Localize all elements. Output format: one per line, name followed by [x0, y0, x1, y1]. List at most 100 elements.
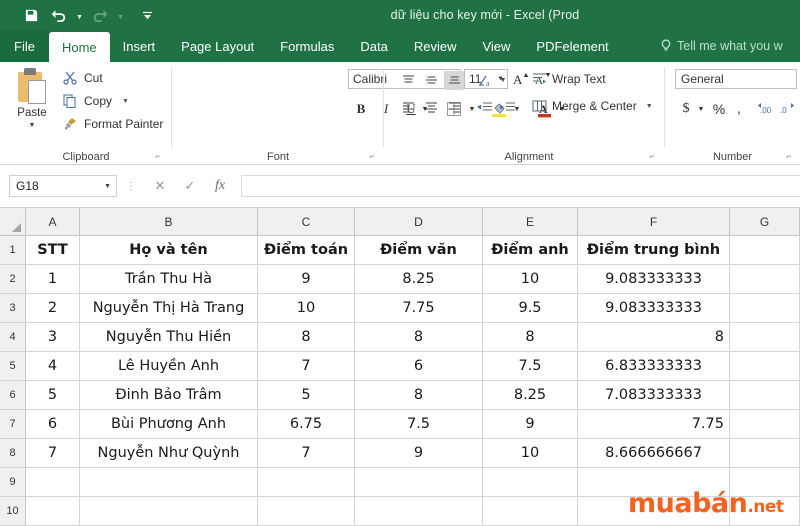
- cell-D6[interactable]: 8: [355, 381, 483, 410]
- number-format-input[interactable]: General: [675, 69, 797, 89]
- row-header-7[interactable]: 7: [0, 410, 26, 439]
- orientation-dropdown-icon[interactable]: ▼: [497, 71, 509, 90]
- align-middle-button[interactable]: [421, 71, 441, 90]
- cell-G4[interactable]: [730, 323, 800, 352]
- align-left-button[interactable]: [398, 98, 418, 117]
- row-header-6[interactable]: 6: [0, 381, 26, 410]
- cell-D8[interactable]: 9: [355, 439, 483, 468]
- cell-F5[interactable]: 6.833333333: [578, 352, 730, 381]
- cell-A3[interactable]: 2: [26, 294, 80, 323]
- cell-G1[interactable]: [730, 236, 800, 265]
- cell-G5[interactable]: [730, 352, 800, 381]
- cell-E4[interactable]: 8: [483, 323, 578, 352]
- tab-data[interactable]: Data: [347, 30, 400, 62]
- cell-A10[interactable]: [26, 497, 80, 526]
- cell-D9[interactable]: [355, 468, 483, 497]
- row-header-5[interactable]: 5: [0, 352, 26, 381]
- cell-E2[interactable]: 10: [483, 265, 578, 294]
- tab-insert[interactable]: Insert: [110, 30, 169, 62]
- insert-function-icon[interactable]: fx: [205, 175, 235, 197]
- cell-G3[interactable]: [730, 294, 800, 323]
- cell-B3[interactable]: Nguyễn Thị Hà Trang: [80, 294, 258, 323]
- select-all-button[interactable]: [0, 208, 26, 236]
- increase-indent-button[interactable]: [496, 98, 518, 117]
- cell-A7[interactable]: 6: [26, 410, 80, 439]
- cell-C10[interactable]: [258, 497, 355, 526]
- align-center-button[interactable]: [421, 98, 441, 117]
- cell-B9[interactable]: [80, 468, 258, 497]
- tab-page-layout[interactable]: Page Layout: [168, 30, 267, 62]
- cell-B6[interactable]: Đinh Bảo Trâm: [80, 381, 258, 410]
- cell-A4[interactable]: 3: [26, 323, 80, 352]
- column-header-c[interactable]: C: [258, 208, 355, 236]
- merge-center-dropdown-icon[interactable]: ▼: [646, 103, 653, 110]
- cell-F3[interactable]: 9.083333333: [578, 294, 730, 323]
- cell-C4[interactable]: 8: [258, 323, 355, 352]
- cell-E3[interactable]: 9.5: [483, 294, 578, 323]
- cell-A5[interactable]: 4: [26, 352, 80, 381]
- cell-A6[interactable]: 5: [26, 381, 80, 410]
- cell-B5[interactable]: Lê Huyền Anh: [80, 352, 258, 381]
- cell-F1[interactable]: Điểm trung bình: [578, 236, 730, 265]
- decrease-indent-button[interactable]: [473, 98, 495, 117]
- alignment-dialog-launcher-icon[interactable]: ⌐: [646, 150, 658, 162]
- column-header-d[interactable]: D: [355, 208, 483, 236]
- currency-dropdown-icon[interactable]: ▼: [695, 98, 707, 120]
- cell-B10[interactable]: [80, 497, 258, 526]
- cell-D7[interactable]: 7.5: [355, 410, 483, 439]
- cut-button[interactable]: Cut: [62, 70, 103, 86]
- clipboard-dialog-launcher-icon[interactable]: ⌐: [152, 150, 164, 162]
- row-header-4[interactable]: 4: [0, 323, 26, 352]
- tab-review[interactable]: Review: [401, 30, 470, 62]
- cell-D4[interactable]: 8: [355, 323, 483, 352]
- column-header-g[interactable]: G: [730, 208, 800, 236]
- row-header-10[interactable]: 10: [0, 497, 26, 526]
- cell-A2[interactable]: 1: [26, 265, 80, 294]
- cell-C8[interactable]: 7: [258, 439, 355, 468]
- cell-D3[interactable]: 7.75: [355, 294, 483, 323]
- cell-A9[interactable]: [26, 468, 80, 497]
- cell-G8[interactable]: [730, 439, 800, 468]
- tab-formulas[interactable]: Formulas: [267, 30, 347, 62]
- column-header-b[interactable]: B: [80, 208, 258, 236]
- cell-F8[interactable]: 8.666666667: [578, 439, 730, 468]
- row-header-1[interactable]: 1: [0, 236, 26, 265]
- cell-C5[interactable]: 7: [258, 352, 355, 381]
- cell-F2[interactable]: 9.083333333: [578, 265, 730, 294]
- tab-view[interactable]: View: [469, 30, 523, 62]
- column-header-f[interactable]: F: [578, 208, 730, 236]
- row-header-2[interactable]: 2: [0, 265, 26, 294]
- cell-E6[interactable]: 8.25: [483, 381, 578, 410]
- number-dialog-launcher-icon[interactable]: ⌐: [783, 150, 795, 162]
- cell-C7[interactable]: 6.75: [258, 410, 355, 439]
- cell-C6[interactable]: 5: [258, 381, 355, 410]
- row-header-8[interactable]: 8: [0, 439, 26, 468]
- currency-button[interactable]: $: [677, 98, 695, 120]
- copy-dropdown-icon[interactable]: ▼: [122, 98, 129, 105]
- font-dialog-launcher-icon[interactable]: ⌐: [366, 150, 378, 162]
- cancel-icon[interactable]: ✕: [145, 175, 175, 197]
- cell-G6[interactable]: [730, 381, 800, 410]
- bold-button[interactable]: B: [350, 98, 372, 120]
- align-right-button[interactable]: [444, 98, 464, 117]
- cell-C3[interactable]: 10: [258, 294, 355, 323]
- cell-B7[interactable]: Bùi Phương Anh: [80, 410, 258, 439]
- align-bottom-button[interactable]: [444, 71, 464, 90]
- cell-D2[interactable]: 8.25: [355, 265, 483, 294]
- cell-E10[interactable]: [483, 497, 578, 526]
- cell-A1[interactable]: STT: [26, 236, 80, 265]
- comma-style-button[interactable]: ,: [731, 98, 747, 120]
- cell-B2[interactable]: Trần Thu Hà: [80, 265, 258, 294]
- name-box-dropdown-icon[interactable]: ▼: [104, 183, 111, 190]
- cell-A8[interactable]: 7: [26, 439, 80, 468]
- cell-E8[interactable]: 10: [483, 439, 578, 468]
- merge-center-button[interactable]: Merge & Center ▼: [531, 98, 653, 114]
- cell-E5[interactable]: 7.5: [483, 352, 578, 381]
- enter-icon[interactable]: ✓: [175, 175, 205, 197]
- cell-B8[interactable]: Nguyễn Như Quỳnh: [80, 439, 258, 468]
- cell-D1[interactable]: Điểm văn: [355, 236, 483, 265]
- cell-F4[interactable]: 8: [578, 323, 730, 352]
- cell-D10[interactable]: [355, 497, 483, 526]
- cell-C2[interactable]: 9: [258, 265, 355, 294]
- cell-D5[interactable]: 6: [355, 352, 483, 381]
